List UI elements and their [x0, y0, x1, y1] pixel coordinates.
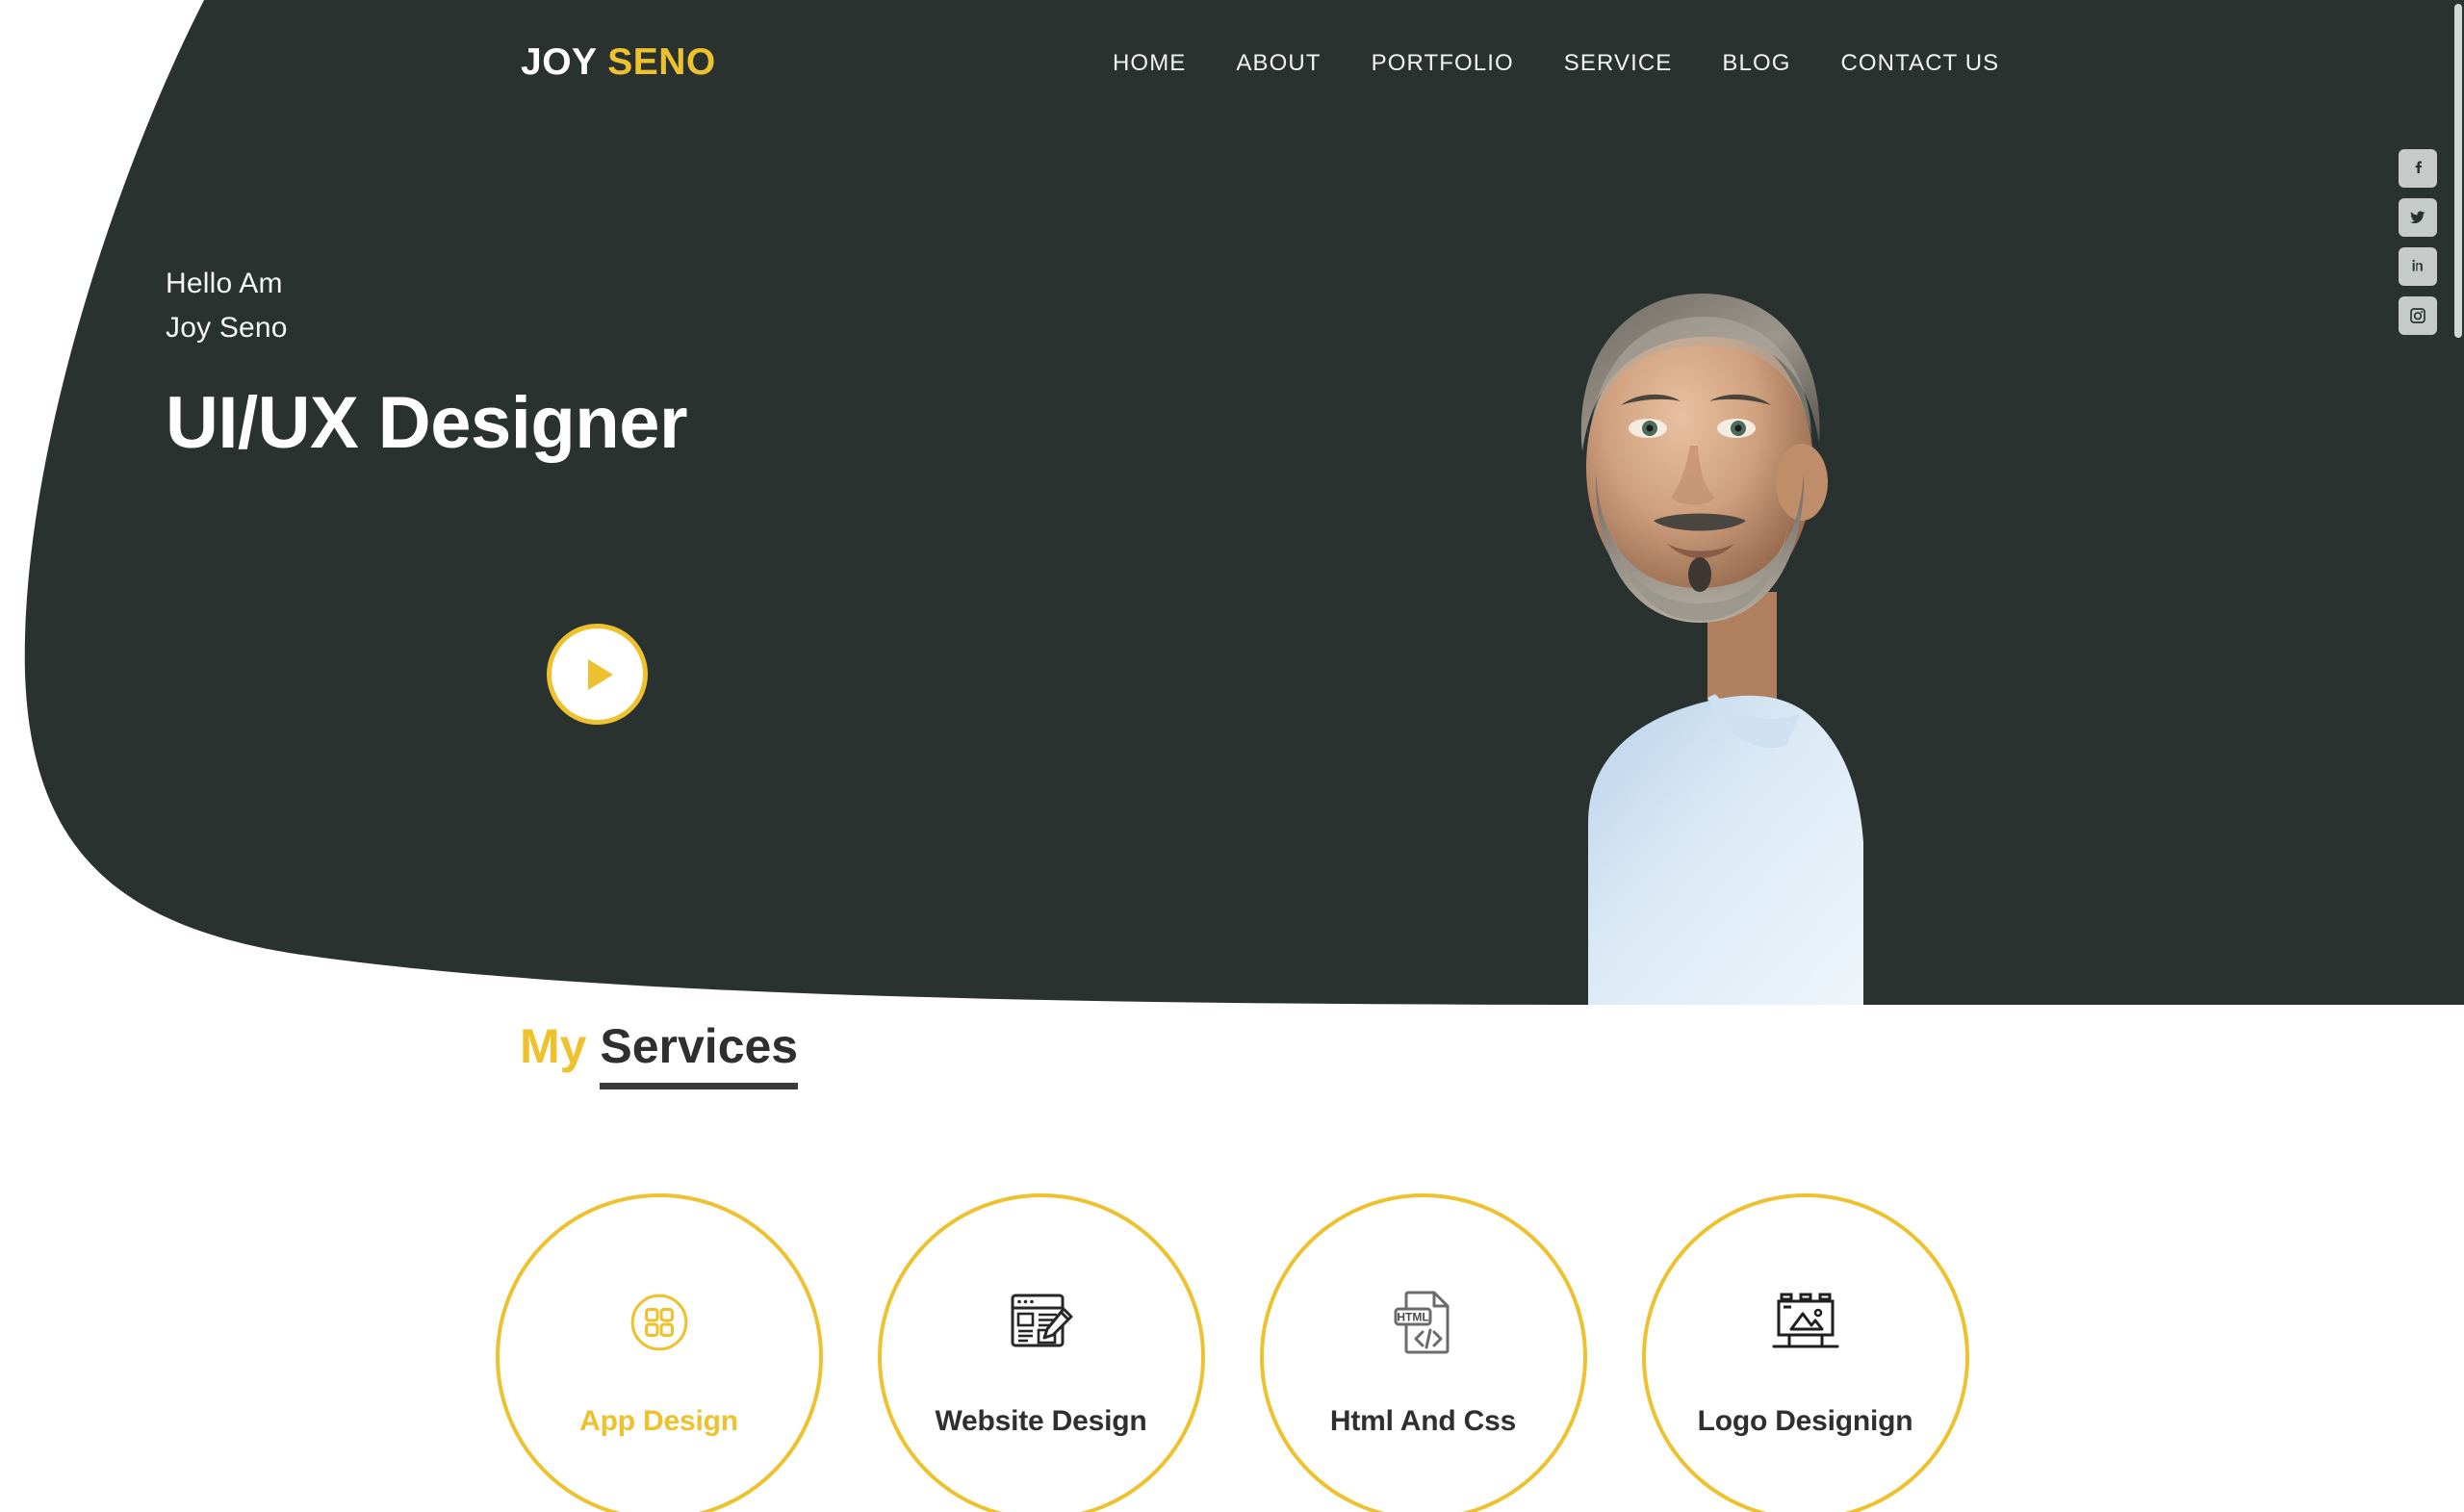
hero-background-shape [0, 0, 2464, 1005]
nav-item-contact-us[interactable]: CONTACT US [1815, 50, 2024, 78]
service-label-website-design: Website Design [935, 1405, 1147, 1437]
instagram-icon [2408, 306, 2427, 325]
nav-item-home[interactable]: HOME [1088, 50, 1211, 78]
html-file-icon: HTML [1377, 1276, 1470, 1369]
service-card-logo-design[interactable]: Logo Designign [1641, 1193, 1969, 1512]
hero-copy: Hello Am Joy Seno UI/UX Designer [166, 262, 688, 465]
play-video-button[interactable] [547, 624, 648, 725]
service-label-html-and-css: Html And Css [1329, 1405, 1517, 1437]
hero-portrait-photo [1502, 245, 2002, 1005]
play-icon [587, 658, 613, 690]
linkedin-icon [2408, 257, 2427, 276]
nav-item-service[interactable]: SERVICE [1539, 50, 1698, 78]
nav-item-blog[interactable]: BLOG [1697, 50, 1815, 78]
services-heading: My Services [520, 1019, 799, 1089]
services-heading-accent: My [520, 1019, 587, 1073]
twitter-icon [2408, 208, 2427, 227]
hero-greeting-line-2: Joy Seno [166, 311, 288, 344]
logo-text-accent: SENO [607, 41, 716, 83]
hero-greeting-line-1: Hello Am [166, 268, 283, 299]
social-link-twitter[interactable] [2399, 198, 2437, 237]
browser-pencil-icon [995, 1276, 1088, 1369]
page-scrollbar-thumb[interactable] [2454, 4, 2462, 338]
social-link-linkedin[interactable] [2399, 247, 2437, 286]
site-logo[interactable]: JOY SENO [521, 43, 716, 81]
logo-text-primary: JOY [521, 41, 597, 83]
site-header: JOY SENO HOME ABOUT PORTFOLIO SERVICE BL… [0, 0, 2464, 89]
social-links-rail [2399, 149, 2437, 335]
facebook-icon [2408, 159, 2427, 178]
app-grid-icon [613, 1276, 706, 1369]
service-card-website-design[interactable]: Website Design [877, 1193, 1205, 1512]
page-scrollbar-track[interactable] [2451, 0, 2464, 1512]
service-label-logo-design: Logo Designign [1697, 1405, 1913, 1437]
services-heading-rest: Services [600, 1019, 799, 1089]
social-link-instagram[interactable] [2399, 296, 2437, 335]
main-navigation: HOME ABOUT PORTFOLIO SERVICE BLOG CONTAC… [1088, 50, 2024, 78]
service-card-html-and-css[interactable]: HTML Html And Css [1259, 1193, 1587, 1512]
nav-item-about[interactable]: ABOUT [1211, 50, 1346, 78]
services-list: App Design Website Design HTML Html And … [0, 1193, 2464, 1512]
social-link-facebook[interactable] [2399, 149, 2437, 188]
service-card-app-design[interactable]: App Design [495, 1193, 823, 1512]
hero-section: JOY SENO HOME ABOUT PORTFOLIO SERVICE BL… [0, 0, 2464, 1005]
service-label-app-design: App Design [579, 1405, 738, 1437]
hero-title: UI/UX Designer [166, 382, 688, 465]
billboard-icon [1759, 1276, 1852, 1369]
nav-item-portfolio[interactable]: PORTFOLIO [1347, 50, 1539, 78]
svg-text:HTML: HTML [1397, 1311, 1428, 1324]
